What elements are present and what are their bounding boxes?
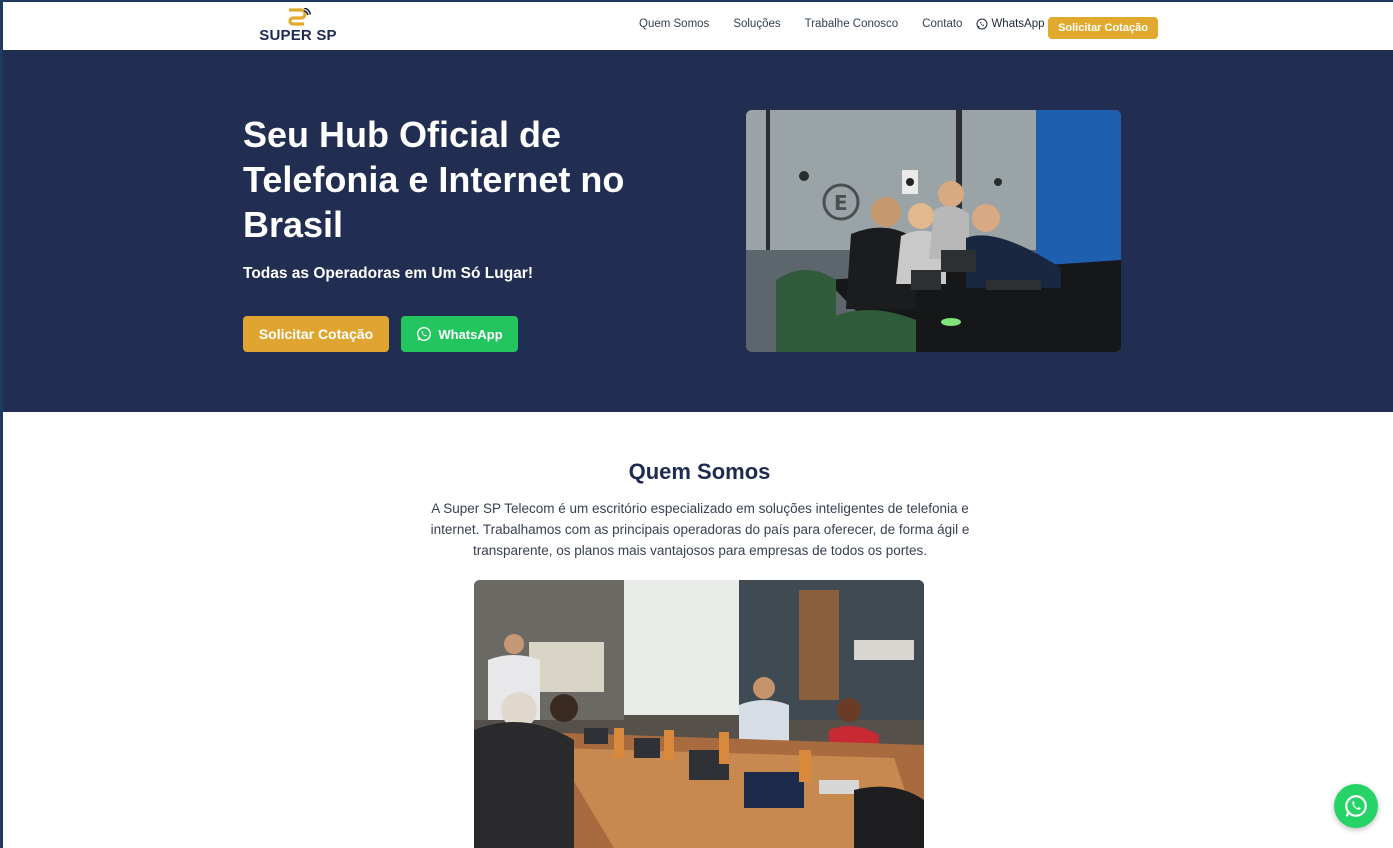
nav-link-solucoes[interactable]: Soluções xyxy=(733,18,780,30)
nav-link-quem-somos[interactable]: Quem Somos xyxy=(639,18,709,30)
whatsapp-icon xyxy=(417,327,432,341)
nav-solicitar-cotacao-button[interactable]: Solicitar Cotação xyxy=(1048,17,1158,39)
logo-text: SUPER SP xyxy=(259,27,337,44)
main-nav: Quem Somos Soluções Trabalhe Conosco Con… xyxy=(639,18,1054,30)
about-meeting-photo xyxy=(474,580,924,848)
whatsapp-icon xyxy=(976,18,988,30)
hero-title: Seu Hub Oficial de Telefonia e Internet … xyxy=(243,114,625,245)
whatsapp-float-icon xyxy=(1345,795,1367,817)
super-sp-logo[interactable]: SUPER SP xyxy=(258,8,338,48)
hero-whatsapp-button[interactable]: WhatsApp xyxy=(401,316,518,352)
nav-link-trabalhe-conosco[interactable]: Trabalhe Conosco xyxy=(805,18,899,30)
hero-team-photo: E xyxy=(746,110,1121,352)
team-meeting-illustration: E xyxy=(746,110,1121,352)
about-text: A Super SP Telecom é um escritório espec… xyxy=(430,501,970,558)
hero-solicitar-cotacao-button[interactable]: Solicitar Cotação xyxy=(243,316,389,352)
conference-room-illustration xyxy=(474,580,924,848)
navbar: SUPER SP Quem Somos Soluções Trabalhe Co… xyxy=(3,0,1393,50)
logo-mark-icon xyxy=(288,8,311,26)
about-title: Quem Somos xyxy=(628,459,771,484)
svg-text:E: E xyxy=(834,191,848,215)
hero-section: Seu Hub Oficial de Telefonia e Internet … xyxy=(3,50,1393,412)
nav-whatsapp-link[interactable]: WhatsApp xyxy=(976,18,1045,30)
hero-whatsapp-label: WhatsApp xyxy=(438,326,503,342)
hero-subtitle: Todas as Operadoras em Um Só Lugar! xyxy=(243,265,533,282)
nav-link-contato[interactable]: Contato xyxy=(922,18,962,30)
nav-whatsapp-label: WhatsApp xyxy=(991,18,1045,30)
floating-whatsapp-button[interactable] xyxy=(1334,784,1378,828)
